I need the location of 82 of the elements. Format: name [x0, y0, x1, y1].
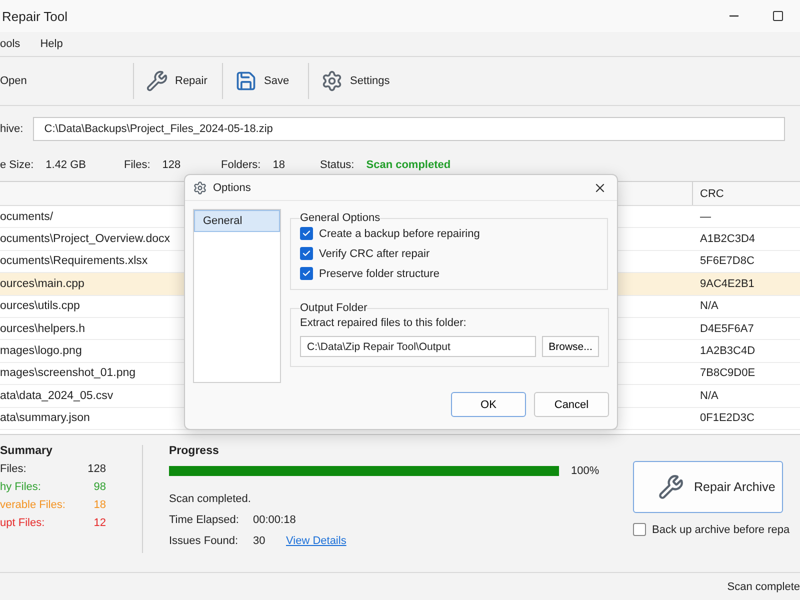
table-cell-text: D4E5F6A7: [699, 322, 754, 335]
gear-icon: [193, 180, 207, 194]
info-label: Files:: [124, 159, 150, 171]
output-folder-field[interactable]: C:\Data\Zip Repair Tool\Output: [300, 336, 536, 357]
info-value: 18: [272, 159, 285, 171]
table-cell-text: 9AC4E2B1: [699, 278, 754, 290]
table-cell-text: 1A2B3C4D: [699, 345, 756, 358]
field-label: hive:: [0, 123, 24, 135]
info-value: 1.42 GB: [46, 159, 86, 171]
menu-item[interactable]: Help: [40, 38, 63, 50]
table-cell: ocuments/: [0, 210, 54, 223]
field-label: Extract repaired files to this folder:: [300, 317, 468, 329]
stat-value: 00:00:18: [253, 514, 296, 526]
summary-value: 18: [94, 499, 106, 511]
dialog-title: Options: [213, 182, 252, 194]
table-cell: ata\data_2024_05.csv: [0, 390, 114, 402]
checkbox[interactable]: [300, 267, 313, 280]
check-icon: [302, 249, 311, 258]
gear-icon: [321, 70, 343, 92]
summary-label: hy Files:: [0, 481, 41, 493]
section-heading: Progress: [169, 445, 220, 457]
group-title: General Options: [300, 212, 380, 224]
section-heading: Summary: [0, 445, 54, 457]
info-value: 128: [162, 159, 181, 171]
table-cell-text: A1B2C3D4: [699, 233, 756, 246]
toolbar-button[interactable]: Open: [0, 63, 133, 99]
table-cell: mages\logo.png: [0, 345, 82, 358]
window-title: Repair Tool: [2, 8, 69, 24]
table-cell-text: 7B8C9D0E: [699, 367, 756, 380]
stat-label: Issues Found:: [169, 535, 240, 547]
info-label: Status:: [320, 159, 354, 171]
summary-value: 98: [94, 481, 106, 493]
summary-label: verable Files:: [0, 499, 66, 511]
dialog-button[interactable]: Cancel: [534, 392, 609, 417]
table-cell-text: N/A: [699, 390, 718, 402]
table-cell-text: —: [699, 210, 711, 223]
table-cell-text: 0F1E2D3C: [699, 412, 754, 424]
group-title: Output Folder: [300, 302, 368, 314]
wrench-icon: [146, 70, 168, 92]
summary-value: 128: [88, 463, 106, 475]
progress-reading: 100%: [571, 465, 600, 477]
table-cell: ata\summary.json: [0, 412, 90, 424]
summary-label: upt Files:: [0, 517, 45, 529]
table-cell: ocuments\Requirements.xlsx: [0, 255, 148, 268]
browse-button[interactable]: Browse...: [542, 336, 599, 357]
repair-archive-button[interactable]: Repair Archive: [633, 461, 783, 513]
maximize-icon: [772, 10, 784, 22]
stat-value: 30: [253, 535, 266, 547]
checkbox[interactable]: [633, 523, 646, 536]
menu-item[interactable]: ools: [0, 38, 20, 50]
progress-message: Scan completed.: [169, 493, 252, 505]
category-item[interactable]: General: [194, 210, 280, 232]
checkbox-label: Create a backup before repairing: [319, 228, 480, 240]
status-text: Scan complete: [727, 580, 800, 592]
stat-label: Time Elapsed:: [169, 514, 240, 526]
dialog-button[interactable]: OK: [451, 392, 526, 417]
archive-path-field[interactable]: C:\Data\Backups\Project_Files_2024-05-18.zip: [33, 117, 786, 141]
table-cell: ources\utils.cpp: [0, 300, 80, 312]
info-label: e Size:: [0, 159, 34, 171]
table-cell-text: N/A: [699, 300, 718, 312]
checkbox-label: Preserve folder structure: [319, 268, 440, 280]
checkbox-label: Back up archive before repa: [652, 524, 790, 536]
toolbar-button[interactable]: Save: [223, 63, 308, 99]
summary-label: Files:: [0, 463, 26, 475]
column-header[interactable]: CRC: [692, 182, 724, 205]
view-details-link[interactable]: View Details: [286, 535, 346, 547]
info-value: Scan completed: [366, 159, 451, 171]
checkbox[interactable]: [300, 227, 313, 240]
table-cell: ources\helpers.h: [0, 322, 86, 335]
check-icon: [302, 269, 311, 278]
table-cell: mages\screenshot_01.png: [0, 367, 136, 380]
check-icon: [302, 229, 311, 238]
summary-value: 12: [94, 517, 106, 529]
wrench-icon: [658, 474, 684, 500]
toolbar-button[interactable]: Settings: [309, 63, 409, 99]
info-label: Folders:: [221, 159, 261, 171]
toolbar-button[interactable]: Repair: [134, 63, 222, 99]
checkbox[interactable]: [300, 247, 313, 260]
checkbox-label: Verify CRC after repair: [319, 248, 430, 260]
table-cell-text: 5F6E7D8C: [699, 255, 754, 268]
table-cell: ources\main.cpp: [0, 278, 84, 290]
table-cell: ocuments\Project_Overview.docx: [0, 233, 170, 246]
